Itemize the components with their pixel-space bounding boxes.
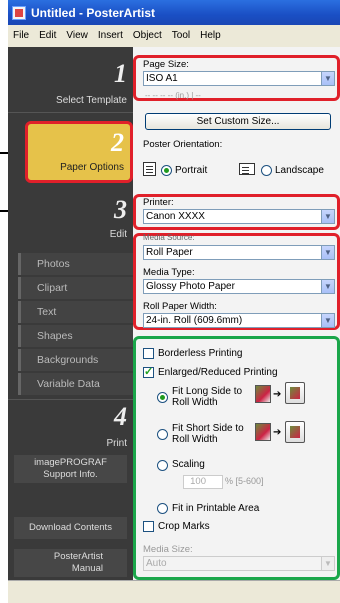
menu-help[interactable]: Help: [195, 30, 226, 41]
step-label: Paper Options: [60, 162, 124, 173]
scaling-radio[interactable]: [157, 460, 168, 471]
menu-view[interactable]: View: [61, 30, 93, 41]
portrait-radio[interactable]: [161, 165, 172, 176]
step-number: 3: [114, 195, 127, 224]
media-type-select[interactable]: Glossy Photo Paper ▼: [143, 279, 335, 294]
title-bar: Untitled - PosterArtist: [8, 0, 340, 25]
roll-width-label: Roll Paper Width:: [143, 301, 217, 312]
landscape-radio[interactable]: [261, 165, 272, 176]
app-icon: [12, 5, 26, 20]
step-print[interactable]: 4 Print: [8, 399, 133, 451]
menu-insert[interactable]: Insert: [93, 30, 128, 41]
step-number: 1: [114, 59, 127, 88]
chevron-down-icon: ▼: [321, 557, 334, 570]
options-panel: Page Size: ISO A1 ▼ -- -- -- -- (in.) | …: [133, 47, 340, 580]
status-bar: [8, 580, 340, 603]
scaling-label: Scaling: [172, 459, 205, 470]
set-custom-size-button[interactable]: Set Custom Size...: [145, 113, 331, 130]
step-label: Select Template: [56, 95, 127, 106]
chevron-down-icon: ▼: [321, 246, 334, 259]
step-paper-options[interactable]: 2 Paper Options: [25, 121, 133, 183]
fit-long-radio[interactable]: [157, 392, 168, 403]
edit-item-clipart[interactable]: Clipart: [18, 277, 133, 299]
step-select-template[interactable]: 1 Select Template: [8, 53, 133, 113]
roll-width-select[interactable]: 24-in. Roll (609.6mm) ▼: [143, 313, 335, 328]
enlarged-label: Enlarged/Reduced Printing: [158, 367, 278, 378]
scaling-input[interactable]: 100: [183, 475, 223, 489]
fit-long-label: Fit Long Side to Roll Width: [172, 386, 243, 408]
fit-printable-label: Fit in Printable Area: [172, 503, 260, 514]
chevron-down-icon: ▼: [321, 280, 334, 293]
fit-short-label: Fit Short Side to Roll Width: [172, 423, 244, 445]
menu-file[interactable]: File: [8, 30, 34, 41]
edit-item-shapes[interactable]: Shapes: [18, 325, 133, 347]
printer-select[interactable]: Canon XXXX ▼: [143, 209, 335, 224]
media-size-label: Media Size:: [143, 544, 193, 555]
enlarged-checkbox[interactable]: [143, 365, 154, 378]
borderless-checkbox[interactable]: [143, 348, 154, 359]
landscape-label: Landscape: [275, 165, 324, 176]
edit-item-backgrounds[interactable]: Backgrounds: [18, 349, 133, 371]
step-label: Print: [106, 438, 127, 449]
media-source-select[interactable]: Roll Paper ▼: [143, 245, 335, 260]
support-info-button[interactable]: imagePROGRAF Support Info.: [14, 455, 127, 483]
chevron-down-icon: ▼: [321, 72, 334, 85]
roll-paper-icon: [285, 421, 305, 443]
edit-item-photos[interactable]: Photos: [18, 253, 133, 275]
media-size-select[interactable]: Auto ▼: [143, 556, 335, 571]
printer-label: Printer:: [143, 197, 174, 208]
app-window: Untitled - PosterArtist File Edit View I…: [8, 0, 340, 603]
fit-short-radio[interactable]: [157, 429, 168, 440]
arrow-right-icon: ➔: [273, 389, 282, 400]
step-panel: 1 Select Template 2 Paper Options 3 Edit…: [8, 47, 133, 580]
crop-marks-checkbox[interactable]: [143, 521, 154, 532]
media-type-label: Media Type:: [143, 267, 195, 278]
manual-button[interactable]: PosterArtist Manual: [14, 549, 127, 577]
crop-marks-label: Crop Marks: [158, 521, 210, 532]
poster-image-icon: [255, 385, 271, 403]
menu-tool[interactable]: Tool: [167, 30, 195, 41]
roll-paper-icon: [285, 382, 305, 404]
poster-image-icon: [255, 423, 271, 441]
portrait-icon: [143, 162, 156, 176]
chevron-down-icon: ▼: [321, 314, 334, 327]
arrow-right-icon: ➔: [273, 427, 282, 438]
orientation-label: Poster Orientation:: [143, 139, 223, 150]
window-title: Untitled - PosterArtist: [31, 5, 156, 20]
step-label: Edit: [109, 229, 127, 240]
portrait-label: Portrait: [175, 165, 208, 176]
step-number: 4: [114, 402, 127, 431]
scaling-range: % [5-600]: [225, 476, 264, 486]
page-size-select[interactable]: ISO A1 ▼: [143, 71, 335, 86]
menu-edit[interactable]: Edit: [34, 30, 61, 41]
media-source-label: Media Source:: [143, 233, 195, 242]
edit-item-text[interactable]: Text: [18, 301, 133, 323]
step-edit[interactable]: 3 Edit: [8, 195, 133, 245]
page-size-info: -- -- -- -- (in.) | --: [145, 91, 201, 100]
edit-item-variable-data[interactable]: Variable Data: [18, 373, 133, 395]
menu-object[interactable]: Object: [128, 30, 167, 41]
download-contents-button[interactable]: Download Contents: [14, 517, 127, 539]
menu-bar: File Edit View Insert Object Tool Help: [8, 25, 340, 45]
landscape-icon: [239, 163, 255, 175]
step-number: 2: [111, 128, 124, 157]
fit-printable-radio[interactable]: [157, 503, 168, 514]
borderless-label: Borderless Printing: [158, 348, 243, 359]
chevron-down-icon: ▼: [321, 210, 334, 223]
page-size-label: Page Size:: [143, 59, 189, 70]
